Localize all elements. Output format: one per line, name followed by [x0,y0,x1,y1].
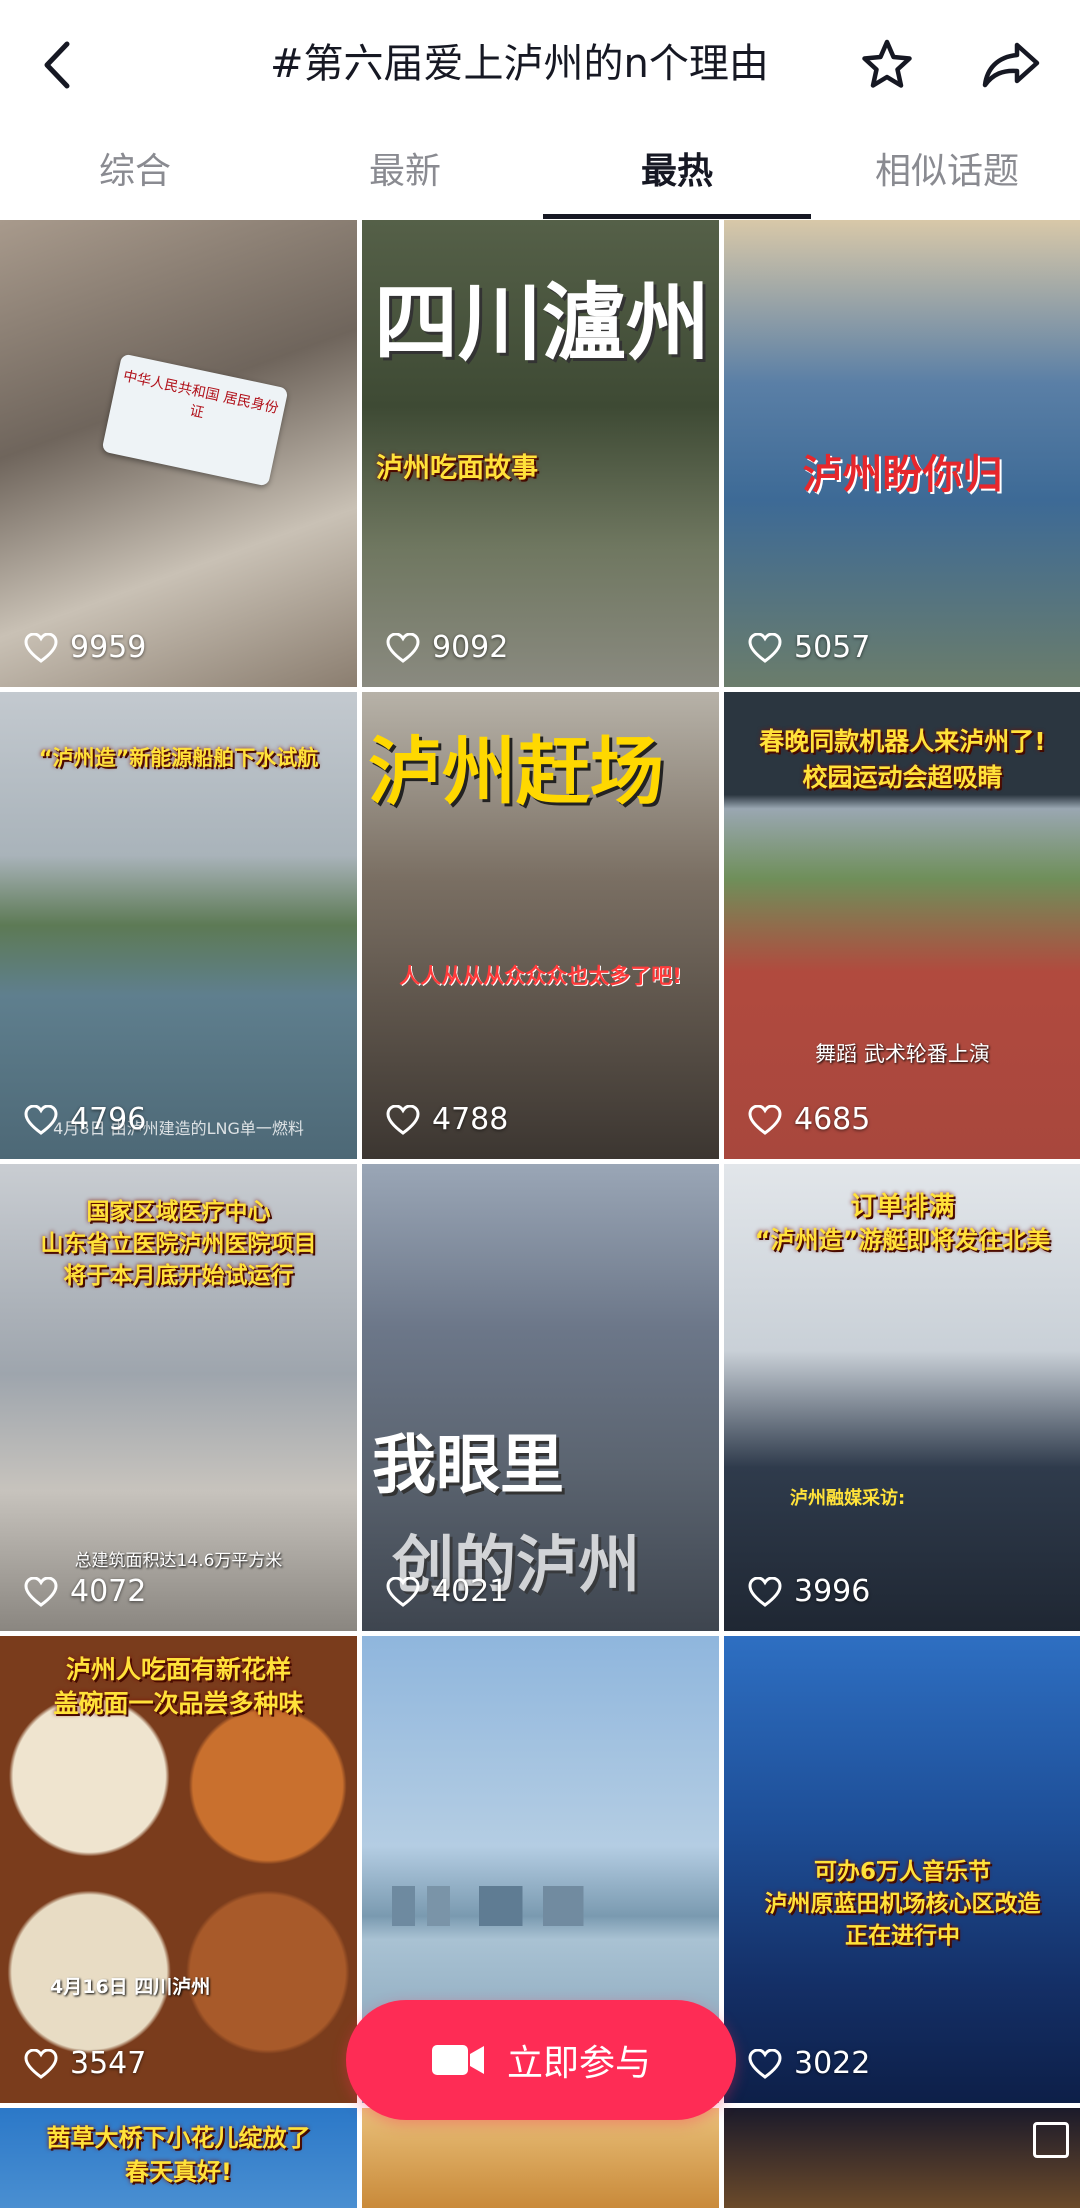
heart-icon [24,2048,58,2079]
video-caption: 泸州盼你归 [802,452,1003,498]
video-title-overlay: 泸州赶场 [368,729,664,815]
video-caption: 人人从从从众众众也太多了吧! [399,964,682,988]
skyline-image [392,1886,682,1926]
heart-icon [748,632,782,663]
video-card[interactable]: 国家区域医疗中心 山东省立医院泸州医院项目 将于本月底开始试运行 总建筑面积达1… [0,1164,357,1631]
back-button[interactable] [22,30,92,100]
video-card[interactable]: 泸州人吃面有新花样 盖碗面一次品尝多种味 4月16日 四川泸州 3547 [0,1636,357,2103]
video-thumbnail [362,2108,719,2208]
heart-icon [386,1104,420,1135]
heart-icon [748,1104,782,1135]
video-caption-line2: 春天真好! [125,2158,232,2186]
video-caption: 春晚同款机器人来泸州了! [759,727,1046,756]
like-count: 3022 [748,2046,870,2081]
video-card[interactable]: 四川瀘州 泸州吃面故事 9092 [362,220,719,687]
video-caption: “泸州造”新能源船舶下水试航 [38,746,319,770]
video-title-overlay: 四川瀘州 [374,274,711,372]
video-title-overlay: 我眼里 [372,1429,564,1503]
share-arrow-icon [982,42,1040,88]
video-caption: 国家区域医疗中心 [86,1199,271,1225]
video-caption-line3: 将于本月底开始试运行 [63,1263,294,1289]
heart-icon [24,632,58,663]
like-count: 4788 [386,1102,508,1137]
video-thumbnail [724,2108,1080,2208]
video-caption: 泸州人吃面有新花样 [65,1655,291,1684]
tab-similar-topics[interactable]: 相似话题 [847,144,1047,204]
back-arrow-icon [44,41,70,89]
video-caption: 订单排满 [850,1192,955,1222]
video-caption: 泸州吃面故事 [376,453,538,484]
video-caption-line3: 正在进行中 [845,1923,960,1949]
video-subcaption: 舞蹈 武术轮番上演 [815,1042,990,1066]
heart-icon [386,632,420,663]
like-count: 4021 [386,1574,508,1609]
tab-latest[interactable]: 最新 [305,144,505,204]
share-button[interactable] [976,30,1046,100]
favorite-button[interactable] [852,30,922,100]
heart-icon [748,1576,782,1607]
heart-icon [386,1576,420,1607]
video-card[interactable]: 可办6万人音乐节 泸州原蓝田机场核心区改造 正在进行中 3022 [724,1636,1080,2103]
active-tab-indicator [543,214,811,219]
star-icon [862,39,912,88]
video-caption-line2: 山东省立医院泸州医院项目 [40,1231,317,1257]
video-caption-line2: “泸州造”游艇即将发往北美 [754,1226,1051,1254]
video-caption-line2: 校园运动会超吸睛 [802,763,1003,792]
video-card[interactable] [362,2108,719,2208]
video-card[interactable]: 泸州盼你归 5057 [724,220,1080,687]
like-count: 9092 [386,630,508,665]
video-card[interactable]: 订单排满 “泸州造”游艇即将发往北美 泸州融媒采访: 3996 [724,1164,1080,1631]
like-count: 3996 [748,1574,870,1609]
top-bar: #第六届爱上泸州的n个理由 [0,0,1080,130]
like-count: 4685 [748,1102,870,1137]
like-count: 9959 [24,630,146,665]
video-caption: 茜草大桥下小花儿绽放了 [46,2124,311,2152]
video-card[interactable]: “泸州造”新能源船舶下水试航 4月8日 由泸州建造的LNG单一燃料 4796 [0,692,357,1159]
video-caption-line2: 盖碗面一次品尝多种味 [53,1689,304,1718]
video-camera-icon [431,2045,484,2075]
heart-icon [24,1104,58,1135]
video-card[interactable]: 春晚同款机器人来泸州了! 校园运动会超吸睛 舞蹈 武术轮番上演 4685 [724,692,1080,1159]
video-caption: 可办6万人音乐节 [813,1859,991,1885]
like-count: 5057 [748,630,870,665]
heart-icon [748,2048,782,2079]
page-title: #第六届爱上泸州的n个理由 [270,41,769,87]
video-card[interactable]: 中华人民共和国 居民身份证 9959 [0,220,357,687]
like-count: 4072 [24,1574,146,1609]
video-card[interactable]: 茜草大桥下小花儿绽放了 春天真好! [0,2108,357,2208]
video-subcaption: 泸州融媒采访: [790,1488,906,1509]
video-subcaption: 4月16日 四川泸州 [50,1976,211,1998]
heart-icon [24,1576,58,1607]
video-card[interactable]: 泸州赶场 人人从从从众众众也太多了吧! 4788 [362,692,719,1159]
tab-hottest[interactable]: 最热 [577,144,777,204]
tab-bar: 综合 最新 最热 相似话题 [0,130,1080,220]
tab-comprehensive[interactable]: 综合 [35,144,235,204]
like-count: 4796 [24,1102,146,1137]
video-subcaption: 总建筑面积达14.6万平方米 [74,1551,283,1571]
video-card[interactable]: 我眼里 创的泸州 4021 [362,1164,719,1631]
video-card[interactable] [724,2108,1080,2208]
multi-image-icon [1033,2122,1069,2158]
like-count: 3547 [24,2046,146,2081]
video-caption-line2: 泸州原蓝田机场核心区改造 [764,1891,1041,1917]
join-now-button[interactable]: 立即参与 [346,2000,736,2120]
